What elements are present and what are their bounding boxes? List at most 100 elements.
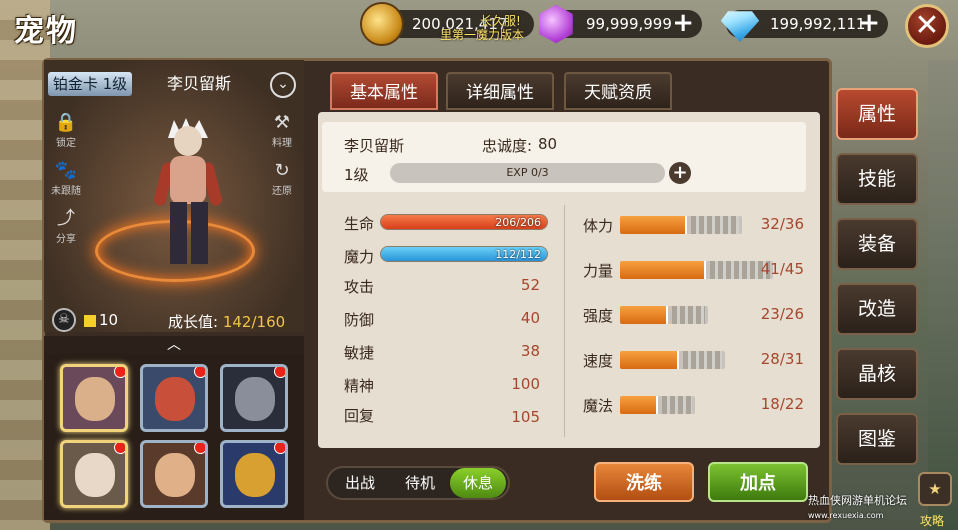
pet-slot[interactable] xyxy=(60,440,128,508)
add-gem-button[interactable]: + xyxy=(672,10,694,36)
watermark: 热血侠网游单机论坛 www.rexuexia.com xyxy=(808,494,907,520)
add-exp-button[interactable]: + xyxy=(669,162,691,184)
attr-bar xyxy=(620,216,742,234)
pet-portrait xyxy=(155,377,195,421)
pet-portrait xyxy=(75,377,115,421)
coin-count: 10 xyxy=(99,311,119,329)
status-rest[interactable]: 休息 xyxy=(450,468,506,498)
attr-label: 强度 xyxy=(583,307,614,325)
side-tab-codex[interactable]: 图鉴 xyxy=(836,413,918,465)
attr-label: 体力 xyxy=(583,217,614,235)
side-tab-core[interactable]: 晶核 xyxy=(836,348,918,400)
status-switch: 出战 待机 休息 xyxy=(326,466,510,500)
attr-bar xyxy=(620,396,695,414)
status-standby[interactable]: 待机 xyxy=(392,468,448,498)
pet-portrait xyxy=(235,377,275,421)
share-icon: ⤴ xyxy=(57,208,75,229)
gem-counter: 99,999,999 + xyxy=(539,4,702,44)
summary-pet-name: 李贝留斯 xyxy=(344,137,405,155)
pet-slot[interactable] xyxy=(220,364,288,432)
page-title: 宠物 xyxy=(14,14,78,49)
status-battle[interactable]: 出战 xyxy=(332,468,388,498)
pet-slot[interactable] xyxy=(220,440,288,508)
loyalty-label: 忠诚度: xyxy=(482,137,533,155)
side-tab-equipment[interactable]: 装备 xyxy=(836,218,918,270)
pet-portrait xyxy=(75,453,115,497)
gold-coin-icon xyxy=(362,4,402,44)
divider xyxy=(564,205,565,437)
pet-dropdown-chevron-icon[interactable]: ⌄ xyxy=(270,72,296,98)
collapse-arrow-icon[interactable]: ︿ xyxy=(44,336,304,354)
attr-label: 魔法 xyxy=(583,397,614,415)
stat-value: 40 xyxy=(520,309,540,327)
pet-type-skull-icon: ☠ xyxy=(52,308,76,332)
share-button[interactable]: ⤴ 分享 xyxy=(48,208,84,245)
stat-value: 105 xyxy=(511,408,540,426)
mp-label: 魔力 xyxy=(344,248,375,266)
stat-label: 攻击 xyxy=(344,278,375,296)
stat-label: 精神 xyxy=(344,377,375,395)
guide-label: 攻略 xyxy=(920,514,945,528)
notification-dot xyxy=(114,443,125,454)
stat-value: 52 xyxy=(520,276,540,294)
attr-value: 28/31 xyxy=(760,350,804,368)
hp-bar: 206/206 xyxy=(380,214,548,230)
notification-dot xyxy=(194,367,205,378)
attr-label: 速度 xyxy=(583,352,614,370)
pet-slot[interactable] xyxy=(60,364,128,432)
stat-value: 100 xyxy=(511,375,540,393)
diamond-counter: 199,992,111 + xyxy=(720,10,888,42)
pet-character-model xyxy=(152,118,224,272)
stat-label: 敏捷 xyxy=(344,344,375,362)
refine-button[interactable]: 洗练 xyxy=(594,462,694,502)
add-points-button[interactable]: 加点 xyxy=(708,462,808,502)
restore-button[interactable]: ↻ 还原 xyxy=(264,160,300,197)
pet-slot[interactable] xyxy=(140,364,208,432)
side-tab-attributes[interactable]: 属性 xyxy=(836,88,918,140)
exp-bar: EXP 0/3 xyxy=(390,163,665,183)
hp-label: 生命 xyxy=(344,215,375,233)
pet-portrait xyxy=(155,453,195,497)
attr-value: 18/22 xyxy=(760,395,804,413)
gem-value: 99,999,999 xyxy=(586,15,672,33)
loyalty-value: 80 xyxy=(538,135,558,153)
tab-detail-attributes[interactable]: 详细属性 xyxy=(446,72,554,110)
attr-value: 23/26 xyxy=(760,305,804,323)
notification-dot xyxy=(194,443,205,454)
add-diamond-button[interactable]: + xyxy=(858,10,880,36)
stat-value: 38 xyxy=(520,342,540,360)
notification-dot xyxy=(114,367,125,378)
notification-dot xyxy=(274,443,285,454)
restore-icon: ↻ xyxy=(274,160,290,181)
cook-button[interactable]: ⚒ 料理 xyxy=(264,112,300,149)
card-rank-badge: 铂金卡 1级 xyxy=(48,72,132,96)
pet-name: 李贝留斯 xyxy=(166,74,231,93)
pet-slot[interactable] xyxy=(140,440,208,508)
tab-basic-attributes[interactable]: 基本属性 xyxy=(330,72,438,110)
pet-portrait xyxy=(235,453,275,497)
guide-star-icon[interactable]: ★ xyxy=(918,472,952,506)
hammer-icon: ⚒ xyxy=(273,112,291,133)
mp-bar: 112/112 xyxy=(380,246,548,262)
attr-bar xyxy=(620,351,725,369)
attr-value: 32/36 xyxy=(760,215,804,233)
attr-value: 41/45 xyxy=(760,260,804,278)
scroll-notice: 长久服! 里第一魔力版本 xyxy=(440,14,525,42)
follow-button[interactable]: 🐾 未跟随 xyxy=(48,160,84,197)
coin-icon xyxy=(84,315,96,327)
lock-button[interactable]: 🔒 锁定 xyxy=(48,112,84,149)
side-tab-modify[interactable]: 改造 xyxy=(836,283,918,335)
pet-level: 1级 xyxy=(344,166,369,184)
paw-icon: 🐾 xyxy=(54,160,78,181)
stat-label: 回复 xyxy=(344,407,375,425)
lock-icon: 🔒 xyxy=(54,112,78,133)
side-tab-skills[interactable]: 技能 xyxy=(836,153,918,205)
stat-label: 防御 xyxy=(344,311,375,329)
tab-talent[interactable]: 天赋资质 xyxy=(564,72,672,110)
close-button[interactable]: ✕ xyxy=(905,4,949,48)
growth-value: 成长值: 142/160 xyxy=(168,313,286,331)
notification-dot xyxy=(274,367,285,378)
attr-label: 力量 xyxy=(583,262,614,280)
attr-bar xyxy=(620,306,708,324)
diamond-value: 199,992,111 xyxy=(770,15,866,33)
